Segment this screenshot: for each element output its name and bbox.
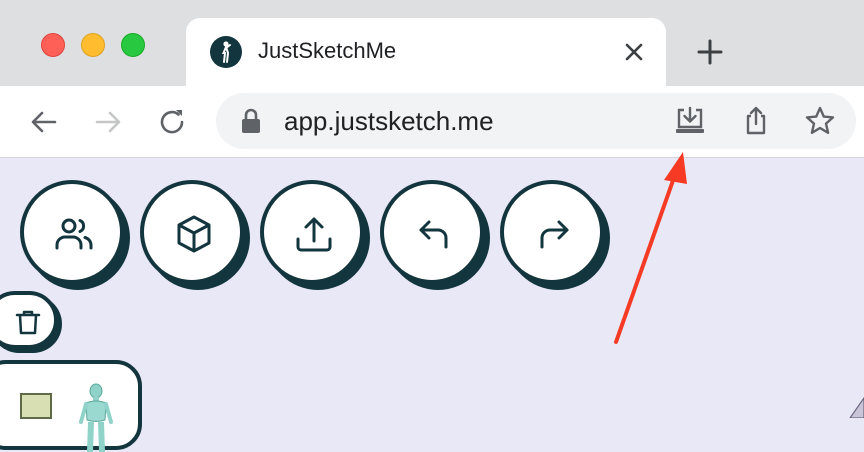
browser-titlebar: JustSketchMe [0,0,864,86]
url-text[interactable]: app.justsketch.me [284,106,494,137]
redo-button[interactable] [500,180,604,284]
window-zoom-button[interactable] [121,33,145,57]
new-tab-plus-icon[interactable] [696,38,724,66]
canvas-edge-object [849,396,864,418]
mannequin-logo-icon [210,36,242,68]
undo-button[interactable] [380,180,484,284]
browser-tab-active[interactable]: JustSketchMe [186,18,666,86]
install-app-icon[interactable] [674,105,706,137]
browser-toolbar: app.justsketch.me [0,86,864,158]
tab-title: JustSketchMe [258,38,397,63]
redo-icon [540,220,569,249]
forward-icon[interactable] [92,106,124,138]
back-icon[interactable] [28,106,60,138]
mannequin-thumbnail-icon[interactable] [78,382,114,452]
window-close-button[interactable] [41,33,65,57]
reload-icon[interactable] [156,106,188,138]
delete-button[interactable] [0,291,58,349]
share-icon[interactable] [740,105,772,137]
characters-button[interactable] [20,180,124,284]
window-minimize-button[interactable] [81,33,105,57]
close-icon[interactable] [622,40,646,64]
trash-icon [15,310,41,335]
scene-panel [0,360,142,452]
bookmark-star-icon[interactable] [804,105,836,137]
users-icon [55,218,93,250]
export-button[interactable] [260,180,364,284]
lock-icon[interactable] [240,108,262,134]
address-bar[interactable]: app.justsketch.me [216,93,856,149]
undo-icon [419,220,448,249]
color-swatch[interactable] [20,393,52,419]
props-button[interactable] [140,180,244,284]
cube-icon [177,215,211,253]
upload-icon [296,217,332,252]
